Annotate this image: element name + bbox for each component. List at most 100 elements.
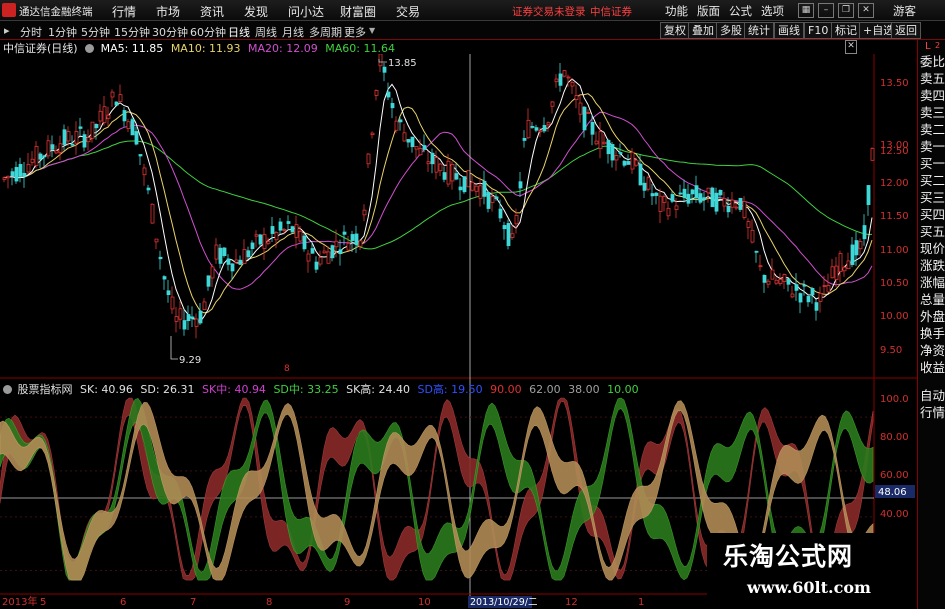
guest-label[interactable]: 游客	[893, 3, 916, 19]
candle-body	[386, 91, 391, 98]
side-item-earnings[interactable]: 收益	[920, 357, 945, 376]
candle-body	[94, 123, 99, 129]
login-warning[interactable]: 证券交易未登录	[512, 4, 586, 19]
period-tab-multi[interactable]: 多周期	[309, 24, 342, 40]
candle-body	[50, 144, 55, 150]
settings-icon[interactable]	[3, 385, 12, 394]
menu-item-function[interactable]: 功能	[665, 3, 688, 19]
overlay-button[interactable]: 叠加	[688, 22, 718, 39]
period-tab-weekly[interactable]: 周线	[255, 24, 277, 40]
side-item-quote[interactable]: 行情	[920, 402, 945, 421]
indicator-sd: SD: 26.31	[140, 383, 195, 396]
candle-body	[450, 164, 455, 182]
menu-item-formula[interactable]: 公式	[729, 3, 752, 19]
menu-item-hangqing[interactable]: 行情	[112, 3, 136, 20]
period-tab-30min[interactable]: 30分钟	[152, 24, 188, 40]
candle-body	[586, 112, 591, 114]
candle-body	[462, 176, 467, 193]
candle-body	[774, 279, 779, 284]
candle-body	[282, 228, 287, 231]
candle-body	[818, 292, 823, 302]
candle-body	[214, 244, 219, 260]
candle-body	[166, 290, 171, 296]
candle-body	[234, 259, 239, 263]
candle-body	[574, 95, 579, 101]
candle-body	[246, 250, 251, 258]
menu-item-options[interactable]: 选项	[761, 3, 784, 19]
period-tab-5min[interactable]: 5分钟	[81, 24, 110, 40]
menu-item-news[interactable]: 资讯	[200, 3, 224, 20]
candle-body	[646, 177, 651, 190]
main-chart-header: 中信证券(日线) MA5: 11.85 MA10: 11.93 MA20: 12…	[3, 40, 399, 55]
candle-body	[542, 125, 547, 132]
candle-body	[630, 151, 635, 170]
restore-icon[interactable]: ❐	[838, 3, 854, 18]
candle-body	[466, 169, 471, 188]
candle-body	[74, 131, 79, 144]
candle-body	[558, 73, 563, 86]
period-tab-60min[interactable]: 60分钟	[190, 24, 226, 40]
indicator-header: 股票指标网 SK: 40.96 SD: 26.31 SK中: 40.94 SD中…	[3, 381, 643, 396]
multi-stock-button[interactable]: 多股	[716, 22, 746, 39]
back-button[interactable]: 返回	[891, 22, 921, 39]
candle-body	[658, 195, 663, 212]
minimize-icon[interactable]: –	[818, 3, 834, 18]
candle-body	[190, 316, 195, 319]
candle-body	[666, 207, 671, 217]
candle-body	[2, 177, 7, 180]
candle-body	[642, 182, 647, 191]
f10-button[interactable]: F10	[804, 22, 833, 39]
menu-item-layout[interactable]: 版面	[697, 3, 720, 19]
low-price-label: 9.29	[179, 355, 201, 366]
chevron-down-icon[interactable]: ▼	[369, 26, 375, 35]
period-tab-monthly[interactable]: 月线	[282, 24, 304, 40]
candle-body	[86, 137, 91, 143]
candle-body	[314, 261, 319, 270]
period-tab-more[interactable]: 更多	[344, 24, 366, 40]
statistics-button[interactable]: 统计	[744, 22, 774, 39]
candle-body	[730, 199, 735, 208]
candle-body	[378, 54, 383, 67]
mark-button[interactable]: 标记	[831, 22, 861, 39]
indicator-name[interactable]: 股票指标网	[18, 383, 73, 396]
candle-body	[814, 302, 819, 311]
candle-body	[182, 320, 187, 330]
candle-body	[734, 206, 739, 209]
app-title: 通达信金融终端	[19, 6, 93, 18]
candle-body	[286, 221, 291, 224]
period-tab-1min[interactable]: 1分钟	[48, 24, 77, 40]
period-tab-daily[interactable]: 日线	[228, 24, 250, 40]
panel-close-icon[interactable]: ✕	[845, 40, 857, 54]
menu-item-wealth[interactable]: 财富圈	[340, 3, 376, 20]
side-tab-2[interactable]: 2	[935, 41, 945, 50]
candle-body	[686, 193, 691, 204]
menu-item-ask[interactable]: 问小达	[288, 3, 324, 20]
candle-body	[418, 147, 423, 156]
candle-body	[602, 141, 607, 145]
adjust-button[interactable]: 复权	[660, 22, 690, 39]
menu-item-trade[interactable]: 交易	[396, 3, 420, 20]
period-tab-15min[interactable]: 15分钟	[114, 24, 150, 40]
collapse-icon[interactable]: ▸	[4, 24, 10, 37]
candle-body	[710, 187, 715, 208]
watermark: 乐淘公式网 www.60lt.com	[707, 533, 917, 605]
candle-body	[186, 314, 191, 322]
chart-area[interactable]: 13.85 9.29 8 13.50 13.00 12.50 12.00 11.…	[0, 54, 917, 609]
draw-line-button[interactable]: 画线	[774, 22, 804, 39]
candle-body	[222, 247, 227, 257]
menu-item-market[interactable]: 市场	[156, 3, 180, 20]
indicator-sk: SK: 40.96	[80, 383, 133, 396]
candle-body	[142, 167, 147, 176]
settings-icon[interactable]	[85, 44, 95, 53]
candle-body	[402, 132, 407, 142]
indicator-sk-mid: SK中: 40.94	[202, 383, 266, 396]
candle-body	[858, 241, 863, 250]
grid-icon[interactable]: ▦	[798, 3, 814, 18]
candle-body	[26, 164, 31, 173]
menu-item-discover[interactable]: 发现	[244, 3, 268, 20]
close-icon[interactable]: ✕	[858, 3, 874, 18]
candle-body	[274, 232, 279, 241]
candle-body	[66, 131, 71, 142]
period-tab-timeshare[interactable]: 分时	[20, 24, 42, 40]
candle-body	[454, 173, 459, 180]
